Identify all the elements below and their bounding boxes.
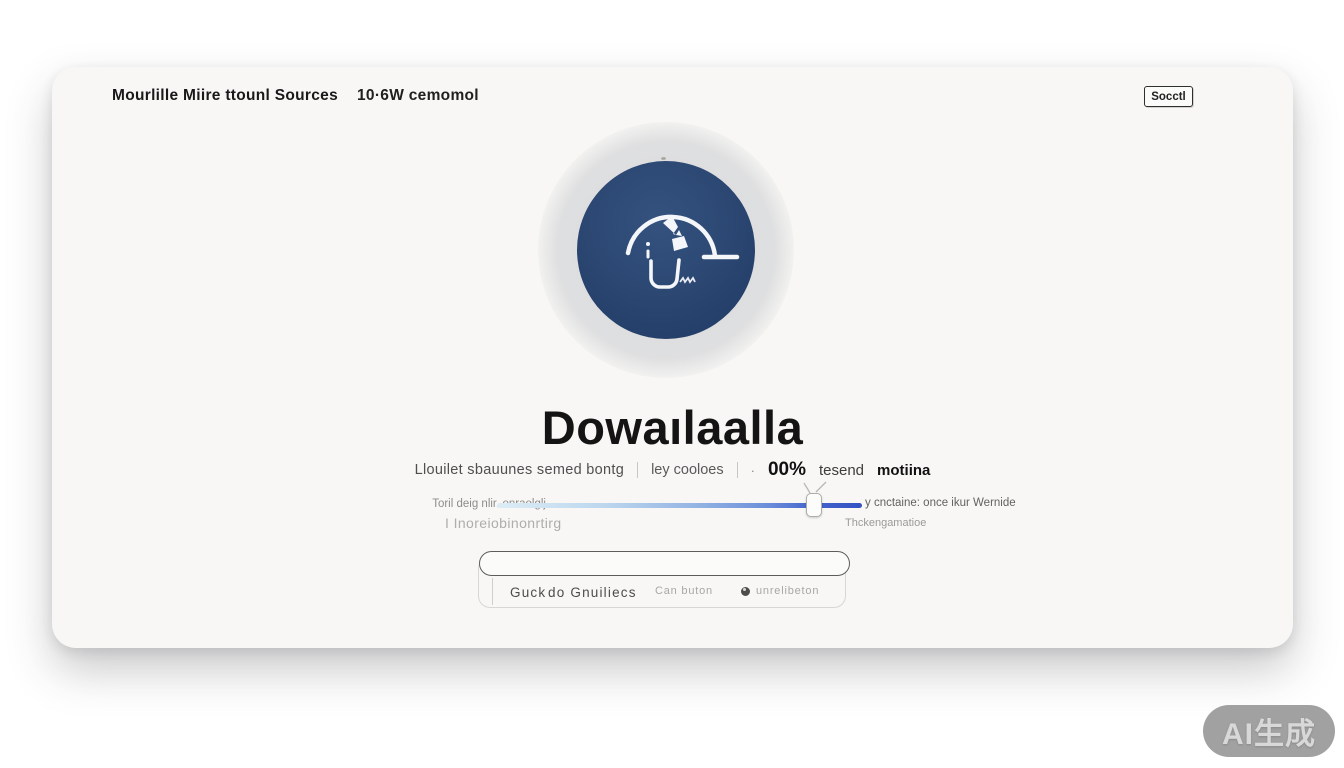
ai-generated-watermark: AI生成 <box>1203 705 1335 757</box>
status-dot-icon <box>741 587 750 596</box>
hero-circle <box>577 161 755 339</box>
brand-title: Mourlille Miire ttounl Sources <box>112 87 338 105</box>
action-item-2[interactable]: do Gnuiliecs <box>548 585 637 600</box>
meta-segment-1: Llouilet sbauunes semed bontg <box>415 462 624 478</box>
meta-row: Llouilet sbauunes semed bontg ley cooloe… <box>52 459 1293 481</box>
url-input[interactable] <box>479 551 850 576</box>
header-action-button[interactable]: Socctl <box>1144 86 1193 107</box>
action-item-4[interactable]: unrelibeton <box>741 585 819 597</box>
meta-segment-2: ley cooloes <box>651 462 724 478</box>
meta-dot: · <box>751 463 755 478</box>
progress-slider-handle[interactable] <box>806 493 822 517</box>
page-title: Dowaılaalla <box>52 400 1293 455</box>
nav-item[interactable]: 10·6W cemomol <box>357 87 479 105</box>
action-item-1[interactable]: Guck <box>510 585 546 600</box>
action-item-3[interactable]: Can buton <box>655 585 713 597</box>
progress-sub-right-label: Thckengamatioe <box>845 517 926 529</box>
main-card: Mourlille Miire ttounl Sources 10·6W cem… <box>52 67 1293 648</box>
divider <box>637 462 638 478</box>
decorative-speck <box>661 157 666 160</box>
progress-right-label: y cnctaine: once ikur Wernide <box>865 497 1016 509</box>
divider <box>492 578 493 605</box>
action-item-4-label: unrelibeton <box>756 585 819 597</box>
meta-bold-text: motiina <box>877 462 930 479</box>
progress-sub-left-label: I Inoreiobinonrtirg <box>445 515 562 531</box>
meta-mid-text: tesend <box>819 462 864 479</box>
progress-percent-label: 00% <box>768 459 806 481</box>
download-cloud-icon <box>577 161 755 339</box>
divider <box>737 462 738 478</box>
